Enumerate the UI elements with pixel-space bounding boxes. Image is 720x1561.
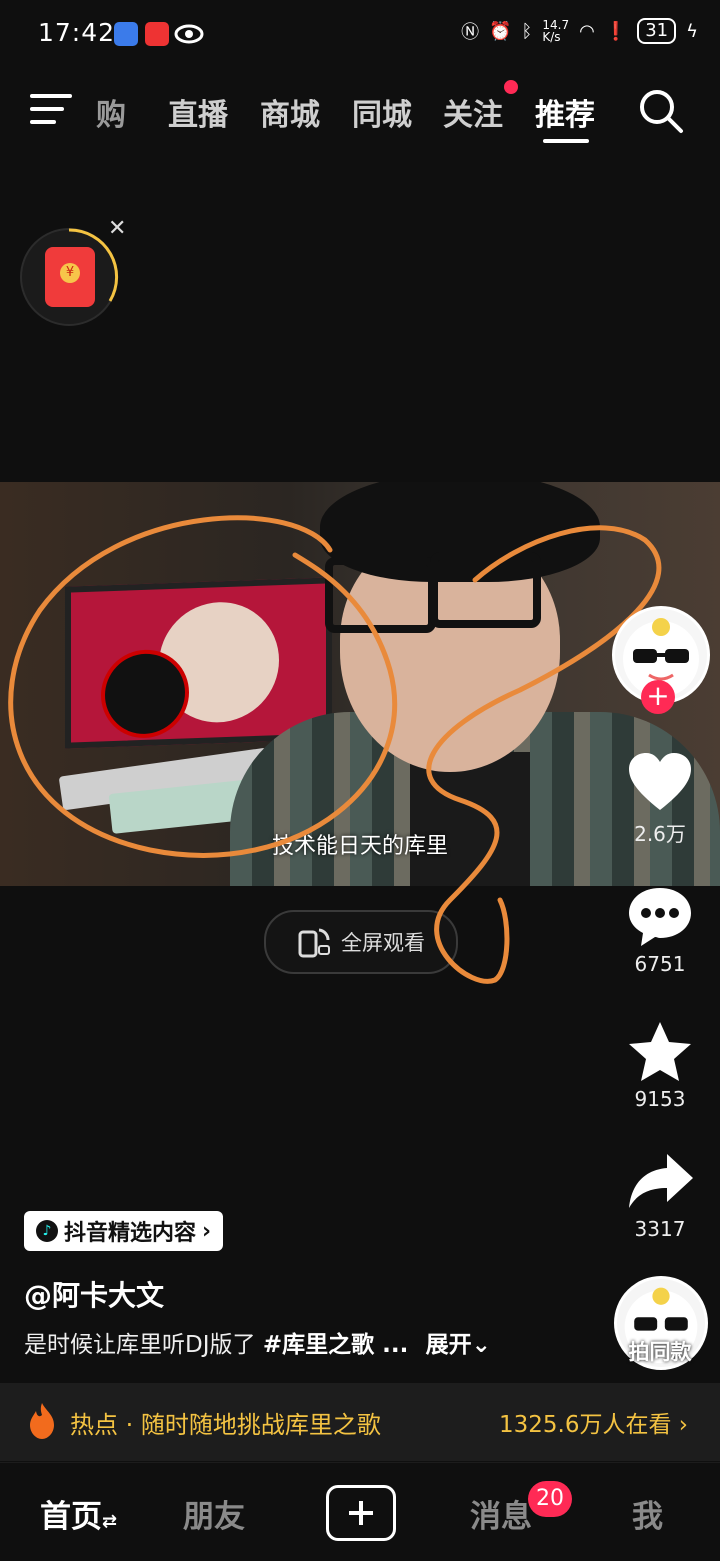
tab-following[interactable]: 关注 <box>443 90 503 134</box>
follow-button[interactable]: + <box>641 680 675 714</box>
status-bar: 17:42 Ⓝ ⏰ ᛒ 14.7 K/s ◠ ❗ 31 ϟ <box>0 0 720 70</box>
top-tab-bar: 购 直播 商城 同城 关注 推荐 <box>0 80 720 150</box>
net-speed: 14.7 K/s <box>542 18 570 44</box>
comment-icon[interactable] <box>627 886 693 948</box>
hashtag-link[interactable]: #库里之歌 ... <box>263 1332 409 1358</box>
featured-tag-label: 抖音精选内容 <box>64 1221 197 1246</box>
red-packet-widget[interactable]: ¥ <box>20 228 119 326</box>
alert-icon: ❗ <box>604 20 628 42</box>
charging-icon: ϟ <box>686 20 698 42</box>
close-icon[interactable]: ✕ <box>108 216 126 241</box>
fire-icon <box>30 1403 54 1439</box>
alarm-icon: ⏰ <box>489 20 512 42</box>
star-icon[interactable] <box>627 1020 693 1084</box>
chevron-down-icon: ⌄ <box>471 1332 491 1358</box>
tab-local[interactable]: 同城 <box>352 90 412 134</box>
menu-icon[interactable] <box>30 94 72 124</box>
favorite-count: 9153 <box>634 1087 686 1111</box>
featured-content-tag[interactable]: ♪ 抖音精选内容 › <box>24 1211 224 1251</box>
following-notification-dot <box>504 80 518 94</box>
tab-live[interactable]: 直播 <box>168 90 228 134</box>
heart-icon[interactable] <box>627 752 693 812</box>
switch-icon: ⇄ <box>102 1511 118 1532</box>
video-description: 是时候让库里听DJ版了 #库里之歌 ... 展开⌄ <box>24 1325 491 1359</box>
share-icon[interactable] <box>627 1152 695 1210</box>
separator-dot: · <box>125 1411 141 1439</box>
active-tab-underline <box>543 139 589 143</box>
bottom-nav: 首页⇄ 朋友 消息 20 我 <box>0 1462 720 1561</box>
description-text: 是时候让库里听DJ版了 <box>24 1332 256 1358</box>
trending-text: 热点 · 随时随地挑战库里之歌 <box>70 1405 381 1440</box>
tab-recommend[interactable]: 推荐 <box>535 90 595 134</box>
search-icon[interactable] <box>638 88 684 134</box>
expand-button[interactable]: 展开⌄ <box>426 1332 491 1358</box>
bluetooth-icon: ᛒ <box>521 20 533 42</box>
trending-bar[interactable]: 热点 · 随时随地挑战库里之歌 1325.6万人在看 › <box>0 1383 720 1461</box>
trending-viewers: 1325.6万人在看 › <box>499 1412 688 1438</box>
nav-me[interactable]: 我 <box>632 1491 663 1536</box>
chevron-right-icon: › <box>202 1218 212 1244</box>
status-time: 17:42 <box>38 18 116 47</box>
plus-icon <box>349 1501 373 1525</box>
clock-app-icon <box>114 22 138 46</box>
share-count: 3317 <box>634 1217 686 1241</box>
handwriting-annotation <box>8 515 662 984</box>
nav-friends[interactable]: 朋友 <box>183 1491 245 1536</box>
huawei-app-icon <box>145 22 169 46</box>
author-name[interactable]: @阿卡大文 <box>24 1274 164 1314</box>
nav-messages[interactable]: 消息 <box>470 1491 532 1536</box>
comment-count: 6751 <box>634 952 686 976</box>
chevron-right-icon: › <box>678 1412 688 1438</box>
messages-badge: 20 <box>528 1481 572 1517</box>
douyin-logo-icon: ♪ <box>36 1220 58 1242</box>
nav-home[interactable]: 首页⇄ <box>40 1491 117 1536</box>
coin-icon: ¥ <box>60 263 80 283</box>
red-packet-icon: ¥ <box>45 247 95 307</box>
trending-title: 随时随地挑战库里之歌 <box>140 1411 381 1439</box>
wifi-icon: ◠ <box>579 20 595 42</box>
eye-icon <box>174 24 204 44</box>
status-right: Ⓝ ⏰ ᛒ 14.7 K/s ◠ ❗ 31 ϟ <box>461 18 698 44</box>
trending-label: 热点 <box>70 1411 118 1439</box>
create-button[interactable] <box>326 1485 396 1541</box>
like-count: 2.6万 <box>634 822 686 846</box>
battery: 31 <box>637 18 677 44</box>
tab-mall[interactable]: 商城 <box>260 90 320 134</box>
tab-shopping[interactable]: 购 <box>96 90 126 134</box>
nfc-icon: Ⓝ <box>461 22 480 43</box>
same-style-label[interactable]: 拍同款 <box>600 1336 720 1366</box>
